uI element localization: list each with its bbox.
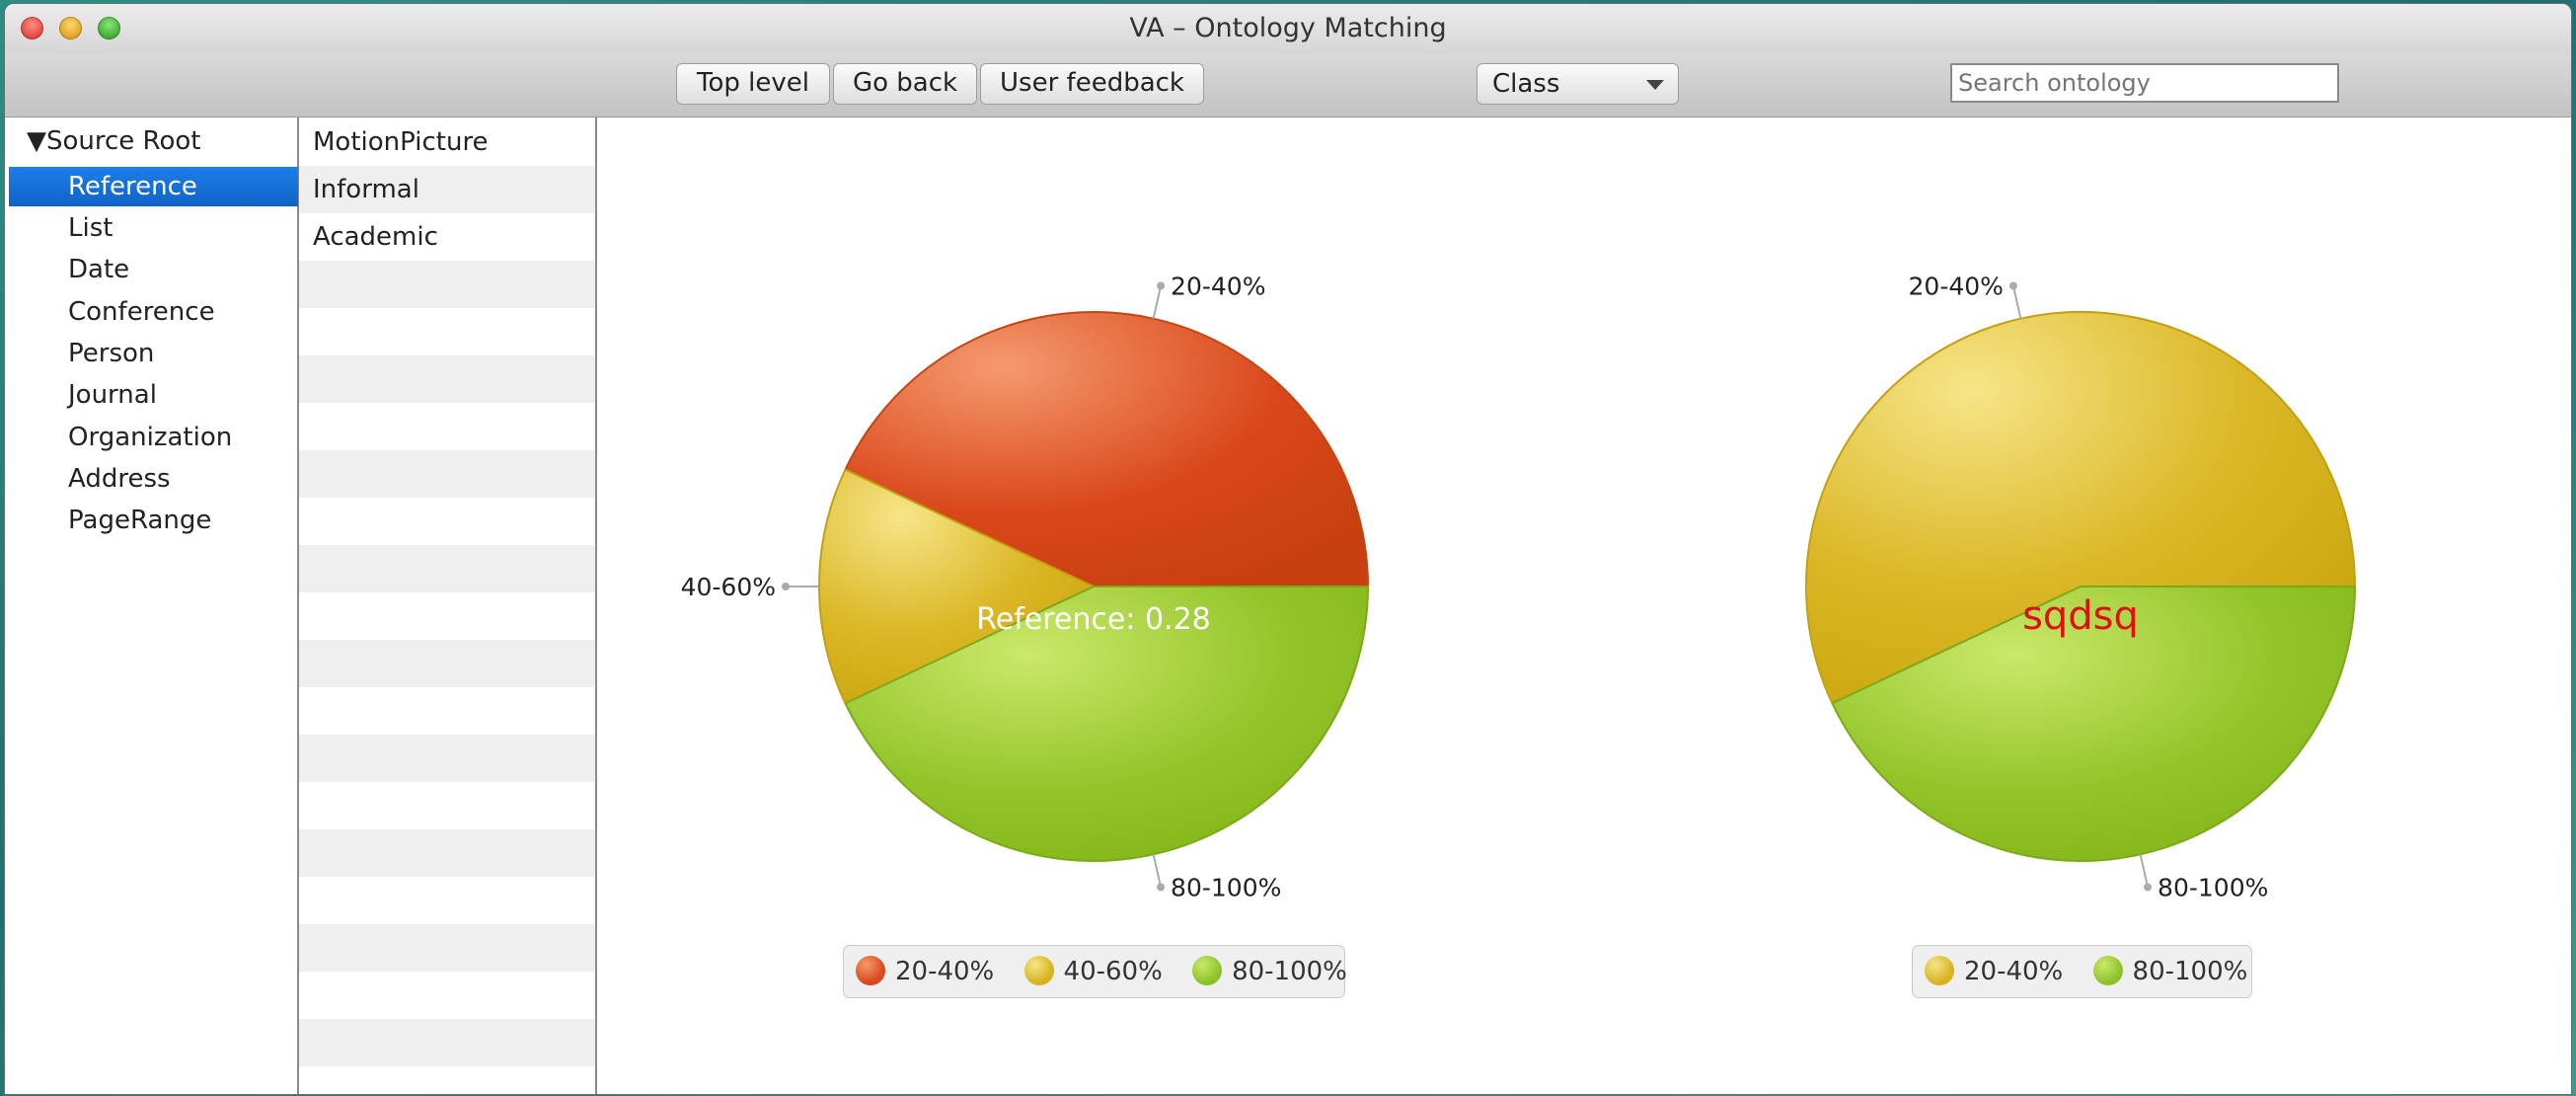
leader-line [1152, 854, 1163, 888]
slice-label: 20-40% [1909, 273, 2004, 301]
legend-swatch-green [2092, 955, 2123, 985]
slice-label: 80-100% [1171, 873, 1281, 901]
subclass-list: MotionPicture Informal Academic [299, 117, 597, 1094]
app-window: VA – Ontology Matching Top level Go back… [5, 4, 2571, 1094]
type-select-value: Class [1492, 69, 1560, 99]
empty-row [299, 1019, 595, 1066]
window-controls [21, 17, 136, 40]
zoom-window-button[interactable] [98, 17, 120, 39]
legend-swatch-red [856, 955, 885, 985]
empty-row [299, 735, 595, 782]
ontology-tree: ▼Source Root Reference List Date Confere… [5, 117, 299, 1094]
legend-swatch-yellow [1925, 955, 1954, 985]
list-item[interactable]: Informal [299, 166, 595, 213]
empty-row [299, 924, 595, 972]
type-select[interactable]: Class [1477, 63, 1679, 105]
slice-label: 80-100% [2158, 873, 2268, 901]
tree-item-conference[interactable]: Conference [9, 292, 298, 332]
slice-label: 40-60% [681, 573, 776, 601]
go-back-button[interactable]: Go back [833, 63, 977, 105]
leader-dot [782, 583, 790, 590]
chart-legend: 20-40% 80-100% [1912, 945, 2252, 998]
main-content: ▼Source Root Reference List Date Confere… [5, 117, 2571, 1094]
slice-label: 20-40% [1171, 273, 1265, 301]
top-level-button[interactable]: Top level [676, 63, 830, 105]
pie-center-label: sqdsq [2022, 593, 2139, 639]
title-bar: VA – Ontology Matching [5, 4, 2571, 53]
chart-area: 20-40% 40-60% 80-100% Reference: 0.28 20-40%… [597, 117, 2571, 1094]
legend-label: 80-100% [1232, 957, 1347, 986]
tree-item-journal[interactable]: Journal [9, 375, 298, 415]
leader-line [2011, 285, 2022, 319]
empty-row [299, 545, 595, 592]
user-feedback-button[interactable]: User feedback [980, 63, 1204, 105]
leader-dot [1157, 281, 1166, 290]
toolbar: Top level Go back User feedback Class [5, 53, 2571, 117]
empty-row [299, 355, 595, 403]
chart-legend: 20-40% 40-60% 80-100% [843, 945, 1347, 998]
pie-center-label: Reference: 0.28 [976, 602, 1211, 637]
empty-row [299, 261, 595, 308]
minimize-window-button[interactable] [59, 17, 82, 39]
list-item[interactable]: MotionPicture [299, 118, 595, 166]
tree-item-person[interactable]: Person [9, 334, 298, 373]
empty-row [299, 829, 595, 877]
empty-row [299, 450, 595, 498]
tree-item-date[interactable]: Date [9, 250, 298, 289]
tree-item-reference[interactable]: Reference [9, 167, 298, 206]
legend-label: 20-40% [895, 957, 995, 986]
legend-swatch-yellow [1023, 955, 1054, 985]
window-title: VA – Ontology Matching [1129, 13, 1447, 43]
leader-dot [1157, 883, 1166, 892]
leader-line [1152, 285, 1163, 319]
legend-label: 20-40% [1964, 957, 2064, 986]
legend-label: 40-60% [1063, 957, 1163, 986]
tree-root[interactable]: ▼Source Root [27, 126, 200, 156]
leader-dot [2008, 281, 2017, 290]
chevron-down-icon [1646, 80, 1664, 90]
leader-line [2139, 854, 2150, 888]
empty-row [299, 640, 595, 687]
legend-label: 80-100% [2132, 957, 2248, 986]
tree-item-address[interactable]: Address [9, 459, 298, 499]
tree-item-list[interactable]: List [9, 208, 298, 248]
tree-item-organization[interactable]: Organization [9, 418, 298, 457]
search-input[interactable] [1950, 63, 2339, 103]
tree-item-pagerange[interactable]: PageRange [9, 501, 298, 540]
close-window-button[interactable] [21, 17, 43, 39]
leader-dot [2144, 883, 2153, 892]
list-item[interactable]: Academic [299, 213, 595, 261]
legend-swatch-green [1192, 955, 1223, 985]
